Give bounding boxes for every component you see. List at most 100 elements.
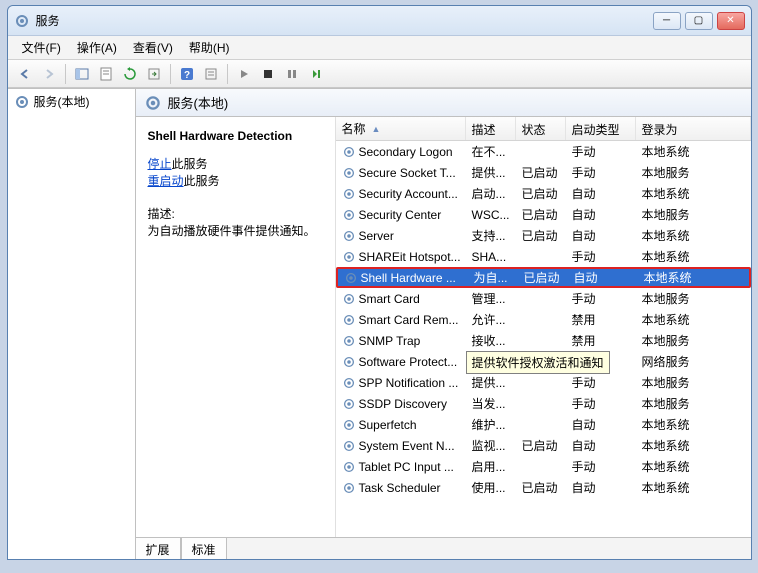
service-logon: 本地系统 <box>636 183 751 204</box>
service-startup: 自动 <box>568 267 638 288</box>
start-service-button[interactable] <box>233 63 255 85</box>
service-name: SSDP Discovery <box>359 397 447 411</box>
service-row[interactable]: Task Scheduler使用...已启动自动本地系统 <box>336 477 751 498</box>
selected-service-title: Shell Hardware Detection <box>148 129 323 143</box>
service-row[interactable]: Server支持...已启动自动本地系统 <box>336 225 751 246</box>
service-desc: 监视... <box>466 435 516 456</box>
properties-button[interactable] <box>95 63 117 85</box>
service-status <box>516 318 566 322</box>
gear-icon <box>342 250 356 264</box>
service-status <box>516 423 566 427</box>
col-header-status[interactable]: 状态 <box>516 117 566 140</box>
service-startup: 手动 <box>566 288 636 309</box>
service-logon: 本地服务 <box>636 162 751 183</box>
right-body: Shell Hardware Detection 停止此服务 重启动此服务 描述… <box>136 117 751 537</box>
service-row[interactable]: Shell Hardware ...为自...已启动自动本地系统 <box>336 267 751 288</box>
service-startup: 自动 <box>566 435 636 456</box>
panel-icon <box>75 67 89 81</box>
service-row[interactable]: SNMP Trap接收...禁用本地服务 <box>336 330 751 351</box>
service-desc: 提供... <box>466 372 516 393</box>
list-button[interactable] <box>200 63 222 85</box>
refresh-button[interactable] <box>119 63 141 85</box>
service-name: Software Protect... <box>359 355 458 369</box>
gear-icon <box>14 94 30 110</box>
svg-text:?: ? <box>183 70 189 81</box>
back-button[interactable] <box>14 63 36 85</box>
service-name: Tablet PC Input ... <box>359 460 454 474</box>
service-logon: 本地系统 <box>636 477 751 498</box>
export-icon <box>147 67 161 81</box>
service-startup: 自动 <box>566 414 636 435</box>
export-button[interactable] <box>143 63 165 85</box>
service-name: Security Center <box>359 208 442 222</box>
col-header-startup[interactable]: 启动类型 <box>566 117 636 140</box>
menu-file[interactable]: 文件(F) <box>14 36 69 59</box>
service-desc: 当发... <box>466 393 516 414</box>
service-desc: 使用... <box>466 477 516 498</box>
service-logon: 网络服务 <box>636 351 751 372</box>
view-tabs: 扩展 标准 <box>136 537 751 559</box>
service-status: 已启动 <box>518 267 568 288</box>
restart-link[interactable]: 重启动 <box>148 174 184 188</box>
gear-icon <box>342 334 356 348</box>
service-name: Shell Hardware ... <box>361 271 456 285</box>
service-name: Superfetch <box>359 418 417 432</box>
service-desc: 启动... <box>466 183 516 204</box>
show-hide-tree-button[interactable] <box>71 63 93 85</box>
stop-service-button[interactable] <box>257 63 279 85</box>
col-header-desc[interactable]: 描述 <box>466 117 516 140</box>
service-row[interactable]: Security CenterWSC...已启动自动本地服务 <box>336 204 751 225</box>
gear-icon <box>344 271 358 285</box>
tree-pane[interactable]: 服务(本地) <box>8 89 136 559</box>
service-desc: 维护... <box>466 414 516 435</box>
service-status <box>516 339 566 343</box>
stop-link[interactable]: 停止 <box>148 157 172 171</box>
service-row[interactable]: SSDP Discovery当发...手动本地服务 <box>336 393 751 414</box>
service-logon: 本地服务 <box>636 372 751 393</box>
service-row[interactable]: Tablet PC Input ...启用...手动本地系统 <box>336 456 751 477</box>
maximize-button[interactable]: ▢ <box>685 12 713 30</box>
tab-standard[interactable]: 标准 <box>181 538 227 559</box>
menu-action[interactable]: 操作(A) <box>69 36 125 59</box>
arrow-right-icon <box>42 67 56 81</box>
service-row[interactable]: SPP Notification ...提供...手动本地服务 <box>336 372 751 393</box>
service-status: 已启动 <box>516 225 566 246</box>
service-logon: 本地系统 <box>636 414 751 435</box>
menu-view[interactable]: 查看(V) <box>125 36 181 59</box>
body-area: 服务(本地) 服务(本地) Shell Hardware Detection 停… <box>8 88 751 559</box>
service-logon: 本地服务 <box>636 288 751 309</box>
service-name: Task Scheduler <box>359 481 441 495</box>
close-button[interactable]: ✕ <box>717 12 745 30</box>
col-header-logon[interactable]: 登录为 <box>636 117 751 140</box>
service-row[interactable]: Secondary Logon在不...手动本地系统 <box>336 141 751 162</box>
service-row[interactable]: SHAREit Hotspot...SHA...手动本地系统 <box>336 246 751 267</box>
window-title: 服务 <box>36 12 653 29</box>
service-name: Secondary Logon <box>359 145 453 159</box>
sheet-icon <box>99 67 113 81</box>
services-list[interactable]: 名称▲ 描述 状态 启动类型 登录为 Secondary Logon在不...手… <box>336 117 751 537</box>
service-row[interactable]: Smart Card管理...手动本地服务 <box>336 288 751 309</box>
service-desc: 提供... <box>466 162 516 183</box>
pause-service-button[interactable] <box>281 63 303 85</box>
menu-help[interactable]: 帮助(H) <box>181 36 238 59</box>
service-status <box>516 402 566 406</box>
help-button[interactable]: ? <box>176 63 198 85</box>
tab-extended[interactable]: 扩展 <box>136 538 181 559</box>
forward-button[interactable] <box>38 63 60 85</box>
service-row[interactable]: Smart Card Rem...允许...禁用本地系统 <box>336 309 751 330</box>
service-startup: 手动 <box>566 162 636 183</box>
right-pane: 服务(本地) Shell Hardware Detection 停止此服务 重启… <box>136 89 751 559</box>
col-header-name[interactable]: 名称▲ <box>336 117 466 140</box>
service-row[interactable]: Secure Socket T...提供...已启动手动本地服务 <box>336 162 751 183</box>
titlebar[interactable]: 服务 ─ ▢ ✕ <box>8 6 751 36</box>
menubar: 文件(F) 操作(A) 查看(V) 帮助(H) <box>8 36 751 60</box>
service-row[interactable]: System Event N...监视...已启动自动本地系统 <box>336 435 751 456</box>
service-row[interactable]: Superfetch 维护... 自动本地系统 <box>336 414 751 435</box>
service-row[interactable]: Security Account...启动...已启动自动本地系统 <box>336 183 751 204</box>
service-logon: 本地系统 <box>636 456 751 477</box>
service-startup: 手动 <box>566 393 636 414</box>
minimize-button[interactable]: ─ <box>653 12 681 30</box>
tree-item-services-local[interactable]: 服务(本地) <box>8 89 135 114</box>
restart-service-button[interactable] <box>305 63 327 85</box>
service-logon: 本地服务 <box>636 330 751 351</box>
